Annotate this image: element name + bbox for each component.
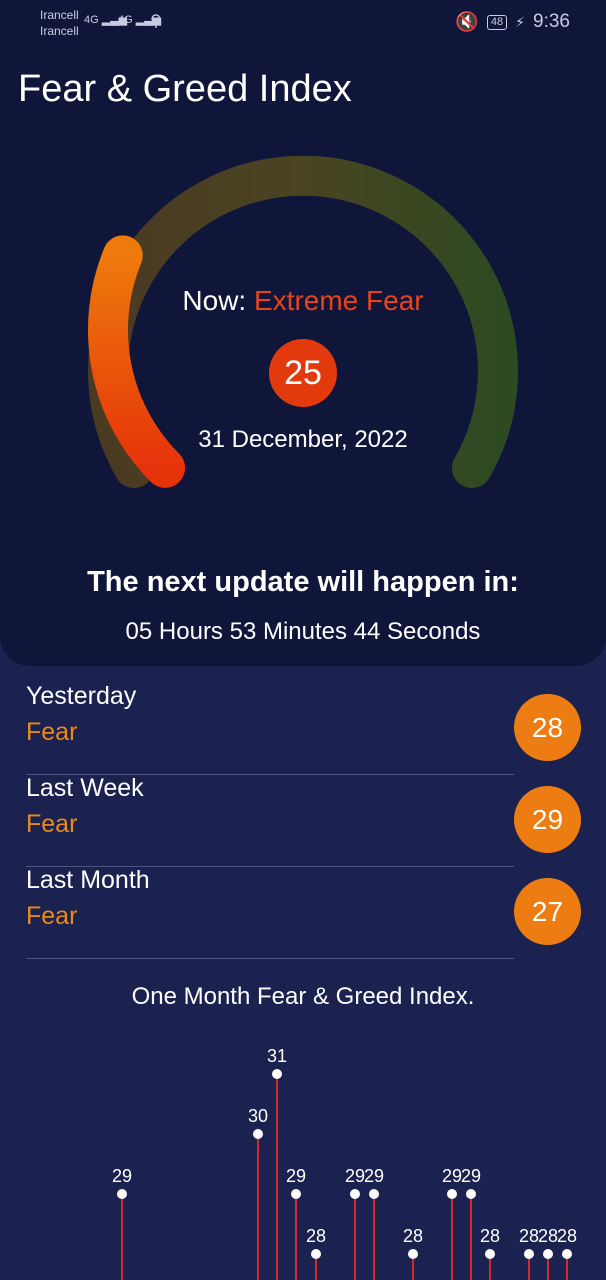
chart-data-label: 28 xyxy=(557,1226,577,1246)
history-value: 27 xyxy=(531,895,564,927)
one-month-chart: 2930312928292928292928 282828 xyxy=(112,1046,577,1280)
history-value: 28 xyxy=(531,711,564,743)
history-value-badge: 29 xyxy=(514,786,581,853)
current-value: 25 xyxy=(284,353,322,392)
countdown-timer: 05 Hours 53 Minutes 44 Seconds xyxy=(125,618,481,645)
chart-data-label: 29 xyxy=(442,1166,462,1186)
chart-data-label: 29 xyxy=(112,1166,132,1186)
chart-point xyxy=(524,1249,534,1259)
current-value-badge: 25 xyxy=(269,339,337,407)
chart-data-label: 29 xyxy=(364,1166,384,1186)
chart-point xyxy=(466,1189,476,1199)
history-row-yesterday: Yesterday Fear 28 xyxy=(26,682,581,775)
status-text: Extreme Fear xyxy=(253,285,424,316)
chart-data-label: 29 xyxy=(461,1166,481,1186)
chart-point xyxy=(253,1129,263,1139)
history-label: Last Week xyxy=(26,774,144,802)
history-label: Yesterday xyxy=(26,682,137,710)
chart-data-label: 28 xyxy=(403,1226,423,1246)
chart-point xyxy=(369,1189,379,1199)
chart-data-label: 29 xyxy=(345,1166,365,1186)
history-value-badge: 27 xyxy=(514,878,581,945)
history-value-badge: 28 xyxy=(514,694,581,761)
chart-data-label: 28 xyxy=(538,1226,558,1246)
history-value: 29 xyxy=(531,803,564,835)
current-date: 31 December, 2022 xyxy=(198,426,408,453)
chart-point xyxy=(291,1189,301,1199)
chart-data-label: 29 xyxy=(286,1166,306,1186)
chart-point xyxy=(543,1249,553,1259)
now-label: Now: xyxy=(182,285,247,316)
chart-point xyxy=(485,1249,495,1259)
next-update-title: The next update will happen in: xyxy=(87,566,519,598)
gauge-track xyxy=(88,155,518,488)
chart-data-label: 28 xyxy=(480,1226,500,1246)
chart-data-label: 28 xyxy=(519,1226,539,1246)
history-status: Fear xyxy=(26,718,78,746)
chart-point xyxy=(447,1189,457,1199)
chart-point xyxy=(562,1249,572,1259)
chart-point xyxy=(350,1189,360,1199)
chart-point xyxy=(272,1069,282,1079)
history-row-last-week: Last Week Fear 29 xyxy=(26,774,581,867)
history-status: Fear xyxy=(26,902,78,930)
history-label: Last Month xyxy=(26,866,150,894)
chart-data-label: 31 xyxy=(267,1046,287,1066)
chart-point xyxy=(408,1249,418,1259)
chart-data-label: 30 xyxy=(248,1106,268,1126)
history-row-last-month: Last Month Fear 27 xyxy=(26,866,581,959)
chart-title: One Month Fear & Greed Index. xyxy=(131,983,475,1010)
chart-point xyxy=(117,1189,127,1199)
chart-point xyxy=(311,1249,321,1259)
history-status: Fear xyxy=(26,810,78,838)
current-status: Now: Extreme Fear xyxy=(0,285,606,317)
chart-data-label: 28 xyxy=(306,1226,326,1246)
